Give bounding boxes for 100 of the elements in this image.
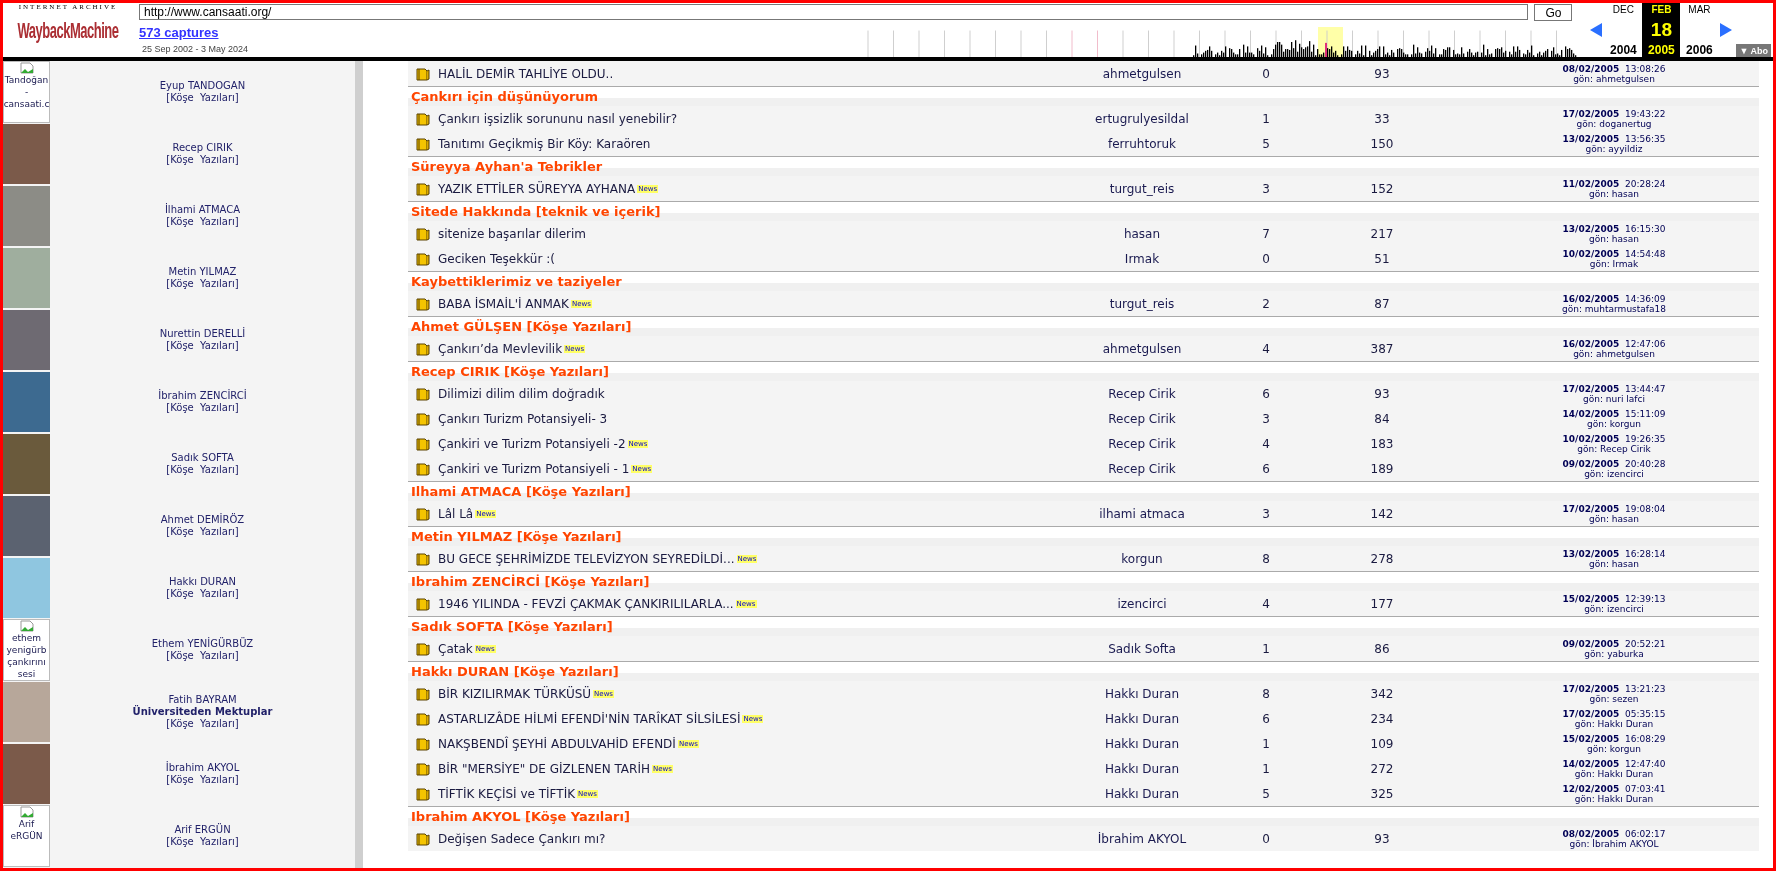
thread-title-link[interactable]: sitenize başarılar dilerim — [438, 226, 586, 241]
column-section-link[interactable]: [Köşe Yazıları] — [166, 836, 239, 848]
thread-title-link[interactable]: BİR KIZILIRMAK TÜRKÜSÜ — [438, 686, 592, 701]
photo-placeholder[interactable] — [3, 682, 50, 742]
thread-author-link[interactable]: turgut_reis — [1109, 296, 1175, 311]
column-section-link[interactable]: [Köşe Yazıları] — [166, 464, 239, 476]
last-poster-link[interactable]: gön: Irmak — [1589, 258, 1639, 269]
year-label[interactable]: 2006 — [1686, 43, 1713, 57]
thread-author-link[interactable]: ilhami atmaca — [1099, 506, 1185, 521]
thread-title-link[interactable]: NAKŞBENDÎ ŞEYHİ ABDULVAHİD EFENDİ — [438, 736, 676, 751]
thread-author-link[interactable]: Recep Cirik — [1108, 436, 1176, 451]
last-poster-link[interactable]: gön: korgun — [1587, 743, 1641, 754]
thread-title-link[interactable]: Çatak — [438, 641, 473, 656]
previous-arrow-icon[interactable] — [1589, 22, 1604, 38]
last-poster-link[interactable]: gön: hasan — [1589, 513, 1639, 524]
thread-author-link[interactable]: Hakkı Duran — [1104, 711, 1180, 726]
thread-title-link[interactable]: BU GECE ŞEHRİMİZDE TELEVİZYON SEYREDİLDİ... — [438, 551, 735, 566]
thread-title-link[interactable]: BABA İSMAİL'İ ANMAK — [438, 296, 569, 311]
thread-title-link[interactable]: BİR "MERSİYE" DE GİZLENEN TARİH — [438, 761, 650, 776]
author-name-link[interactable]: Ahmet DEMİRÖZ — [160, 514, 245, 526]
last-poster-link[interactable]: gön: İbrahim AKYOL — [1569, 838, 1659, 849]
column-section-link[interactable]: [Köşe Yazıları] — [166, 588, 239, 600]
author-name-link[interactable]: Metin YILMAZ — [168, 266, 237, 278]
next-arrow-icon[interactable] — [1719, 22, 1734, 38]
column-section-link[interactable]: [Köşe Yazıları] — [166, 278, 239, 290]
thread-title-link[interactable]: 1946 YILINDA - FEVZİ ÇAKMAK ÇANKIRILILARLA... — [438, 596, 734, 611]
thread-author-link[interactable]: Recep Cirik — [1108, 386, 1176, 401]
last-poster-link[interactable]: gön: Recep Cirik — [1577, 443, 1651, 454]
photo-placeholder[interactable] — [3, 248, 50, 308]
thread-author-link[interactable]: ferruhtoruk — [1108, 136, 1176, 151]
column-section-link[interactable]: [Köşe Yazıları] — [166, 774, 239, 786]
wayback-logo[interactable]: WaybackMachine — [17, 17, 119, 44]
column-section-link[interactable]: [Köşe Yazıları] — [166, 718, 239, 730]
thread-author-link[interactable]: Sadık Softa — [1108, 641, 1176, 656]
photo-placeholder[interactable] — [3, 124, 50, 184]
broken-image[interactable]: Arif eRGÜN — [3, 805, 50, 867]
month-label[interactable]: DEC — [1612, 4, 1634, 15]
column-section-link[interactable]: [Köşe Yazıları] — [166, 526, 239, 538]
last-poster-link[interactable]: gön: nuri lafci — [1583, 393, 1645, 404]
photo-placeholder[interactable] — [3, 372, 50, 432]
photo-placeholder[interactable] — [3, 186, 50, 246]
captures-link[interactable]: 573 captures — [139, 25, 439, 40]
thread-author-link[interactable]: Hakkı Duran — [1104, 686, 1180, 701]
last-poster-link[interactable]: gön: Hakkı Duran — [1574, 793, 1654, 804]
thread-title-link[interactable]: Geciken Teşekkür :( — [438, 251, 555, 266]
last-poster-link[interactable]: gön: izencirci — [1584, 468, 1644, 479]
photo-placeholder[interactable] — [3, 558, 50, 618]
thread-title-link[interactable]: YAZIK ETTİLER SÜREYYA AYHANA — [438, 181, 636, 196]
thread-author-link[interactable]: Hakkı Duran — [1104, 761, 1180, 776]
selected-date-panel[interactable]: FEB 18 2005 — [1642, 3, 1681, 57]
thread-author-link[interactable]: ertugrulyesildal — [1095, 111, 1189, 126]
thread-author-link[interactable]: ahmetgulsen — [1102, 341, 1182, 356]
thread-title-link[interactable]: Lâl Lâ — [438, 506, 474, 521]
broken-image[interactable]: Tandoğan - cansaati.c — [3, 61, 50, 123]
photo-placeholder[interactable] — [3, 310, 50, 370]
go-button[interactable]: Go — [1534, 4, 1573, 21]
last-poster-link[interactable]: gön: muhtarmustafa18 — [1562, 303, 1666, 314]
column-section-link[interactable]: [Köşe Yazıları] — [166, 216, 239, 228]
column-section-link[interactable]: [Köşe Yazıları] — [166, 154, 239, 166]
author-name-link[interactable]: İbrahim AKYOL — [165, 762, 240, 774]
thread-title-link[interactable]: ASTARLIZÂDE HİLMİ EFENDİ'NİN TARÎKAT SİLSİLESİ — [438, 711, 741, 726]
photo-placeholder[interactable] — [3, 744, 50, 804]
broken-image[interactable]: ethem yenigürb çankırını sesi — [3, 619, 50, 681]
photo-placeholder[interactable] — [3, 434, 50, 494]
thread-author-link[interactable]: Irmak — [1124, 251, 1160, 266]
author-name-link[interactable]: İbrahim ZENCİRCİ — [158, 390, 247, 402]
column-section-link[interactable]: [Köşe Yazıları] — [166, 92, 239, 104]
author-name-link[interactable]: İlhami ATMACA — [164, 204, 241, 216]
last-poster-link[interactable]: gön: yaburka — [1584, 648, 1644, 659]
thread-title-link[interactable]: Dilimizi dilim dilim doğradık — [438, 386, 605, 401]
last-poster-link[interactable]: gön: hasan — [1589, 188, 1639, 199]
thread-author-link[interactable]: Recep Cirik — [1108, 411, 1176, 426]
last-poster-link[interactable]: gön: ahmetgulsen — [1573, 348, 1655, 359]
last-poster-link[interactable]: gön: hasan — [1589, 558, 1639, 569]
author-name-link[interactable]: Nurettin DERELLİ — [159, 328, 246, 340]
author-name-link[interactable]: Eyup TANDOGAN — [159, 80, 246, 92]
thread-author-link[interactable]: Hakkı Duran — [1104, 786, 1180, 801]
thread-title-link[interactable]: Tanıtımı Geçikmiş Bir Köy: Karaören — [438, 136, 651, 151]
month-label[interactable]: MAR — [1688, 4, 1711, 15]
author-name-link[interactable]: Sadık SOFTA — [171, 452, 234, 464]
about-button[interactable]: ▼ Abo — [1736, 44, 1771, 57]
thread-title-link[interactable]: Çankırı’da Mevlevilik — [438, 341, 563, 356]
last-poster-link[interactable]: gön: hasan — [1589, 233, 1639, 244]
column-section-link[interactable]: [Köşe Yazıları] — [166, 340, 239, 352]
thread-author-link[interactable]: hasan — [1123, 226, 1161, 241]
last-poster-link[interactable]: gön: sezen — [1589, 693, 1639, 704]
thread-author-link[interactable]: İbrahim AKYOL — [1097, 831, 1187, 846]
column-section-link[interactable]: [Köşe Yazıları] — [166, 650, 239, 662]
author-name-link[interactable]: Hakkı DURAN — [168, 576, 237, 588]
last-poster-link[interactable]: gön: doganertug — [1576, 118, 1652, 129]
last-poster-link[interactable]: gön: Hakkı Duran — [1574, 718, 1654, 729]
thread-title-link[interactable]: Çankırı Turizm Potansiyeli- 3 — [438, 411, 608, 426]
thread-title-link[interactable]: TİFTİK KEÇİSİ ve TİFTİK — [438, 786, 576, 801]
year-label[interactable]: 2005 — [1648, 43, 1675, 57]
last-poster-link[interactable]: gön: izencirci — [1584, 603, 1644, 614]
photo-placeholder[interactable] — [3, 496, 50, 556]
last-poster-link[interactable]: gön: korgun — [1587, 418, 1641, 429]
year-label[interactable]: 2004 — [1610, 43, 1637, 57]
url-input-field[interactable]: http://www.cansaati.org/ — [139, 4, 1529, 20]
thread-author-link[interactable]: Recep Cirik — [1108, 461, 1176, 476]
